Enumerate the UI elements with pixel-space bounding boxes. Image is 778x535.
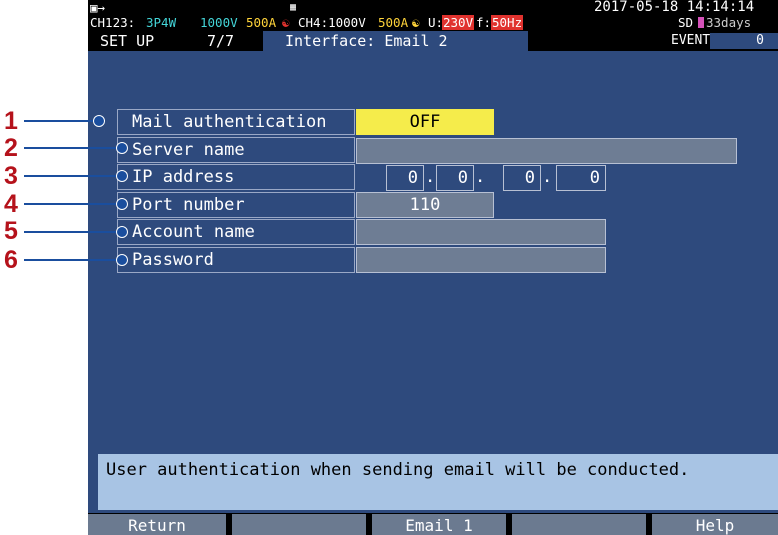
ch123-voltage: 1000V — [200, 15, 238, 30]
help-message: User authentication when sending email w… — [98, 454, 778, 510]
fkey-2[interactable] — [232, 514, 366, 535]
page-title: Interface: Email 2 — [263, 31, 528, 51]
callout-line-5 — [24, 231, 122, 233]
port-number-text: Port number — [132, 195, 245, 215]
callout-4: 4 — [4, 190, 18, 218]
clamp-icon-2: ☯ — [412, 15, 420, 30]
callout-dot-5 — [116, 226, 128, 238]
ch123-current: 500A — [246, 15, 277, 30]
ip-octet-2[interactable]: 0 — [436, 165, 474, 191]
callout-2: 2 — [4, 134, 18, 162]
callout-dot-3 — [116, 170, 128, 182]
fkey-help[interactable]: Help — [652, 514, 778, 535]
callout-line-4 — [24, 203, 122, 205]
mail-auth-field[interactable]: OFF — [356, 109, 494, 135]
callout-dot-6 — [116, 254, 128, 266]
sd-status: SD — [678, 15, 694, 30]
wiring-mode: 3P4W — [146, 15, 177, 30]
server-name-field[interactable] — [356, 138, 737, 164]
callout-line-1 — [24, 120, 99, 122]
callout-1: 1 — [4, 107, 18, 135]
callout-line-6 — [24, 259, 122, 261]
sd-days: 33days — [706, 15, 752, 30]
sd-capacity-bar — [698, 17, 704, 28]
server-name-text: Server name — [132, 140, 245, 160]
instrument-screen: ▣→ ▦ 2017-05-18 14:14:14 CH123: 3P4W 100… — [88, 0, 778, 535]
callout-dot-1 — [93, 115, 105, 127]
setup-header: SET UP 7/7 — [88, 31, 263, 51]
sd-days-wrap: 33days — [698, 15, 751, 30]
ip-octet-4[interactable]: 0 — [556, 165, 606, 191]
sd-card-icon: ▦ — [290, 2, 297, 13]
callout-dot-4 — [116, 198, 128, 210]
ip-octet-3[interactable]: 0 — [503, 165, 541, 191]
f-label: f: — [476, 15, 492, 30]
mail-auth-text: Mail authentication — [132, 112, 327, 132]
ip-dot-3: . — [542, 167, 553, 187]
ch4-current: 500A — [378, 15, 409, 30]
callout-3: 3 — [4, 162, 18, 190]
account-name-label: Account name — [117, 219, 355, 245]
ip-address-text: IP address — [132, 167, 235, 187]
page-indicator: 7/7 — [207, 32, 235, 50]
event-label: EVENT — [671, 33, 711, 48]
ip-dot-1: . — [425, 167, 436, 187]
event-count: 0 — [710, 33, 778, 49]
battery-plug-icon: ▣→ — [90, 0, 106, 15]
fkey-4[interactable] — [512, 514, 646, 535]
datetime: 2017-05-18 14:14:14 — [594, 0, 755, 15]
port-number-label: Port number — [117, 192, 355, 218]
ip-dot-2: . — [475, 167, 486, 187]
account-name-field[interactable] — [356, 219, 606, 245]
f-value: 50Hz — [491, 15, 524, 30]
callout-line-2 — [24, 147, 122, 149]
fkey-return[interactable]: Return — [88, 514, 226, 535]
password-label: Password — [117, 247, 355, 273]
ip-address-label: IP address — [117, 164, 355, 190]
clamp-icon: ☯ — [282, 15, 290, 30]
ch4-label: CH4:1000V — [298, 15, 366, 30]
password-field[interactable] — [356, 247, 606, 273]
callout-6: 6 — [4, 246, 18, 274]
account-name-text: Account name — [132, 222, 255, 242]
u-value: 230V — [442, 15, 475, 30]
callout-5: 5 — [4, 217, 18, 245]
port-number-field[interactable]: 110 — [356, 192, 494, 218]
callout-dot-2 — [116, 142, 128, 154]
callout-line-3 — [24, 175, 122, 177]
section-label: SET UP — [100, 32, 155, 50]
password-text: Password — [132, 250, 214, 270]
mail-auth-label: Mail authentication — [117, 109, 355, 135]
ch123-label: CH123: — [90, 15, 136, 30]
fkey-email1[interactable]: Email 1 — [372, 514, 506, 535]
u-label: U: — [428, 15, 444, 30]
server-name-label: Server name — [117, 137, 355, 163]
status-bar: ▣→ ▦ 2017-05-18 14:14:14 CH123: 3P4W 100… — [88, 0, 778, 31]
ip-octet-1[interactable]: 0 — [386, 165, 424, 191]
